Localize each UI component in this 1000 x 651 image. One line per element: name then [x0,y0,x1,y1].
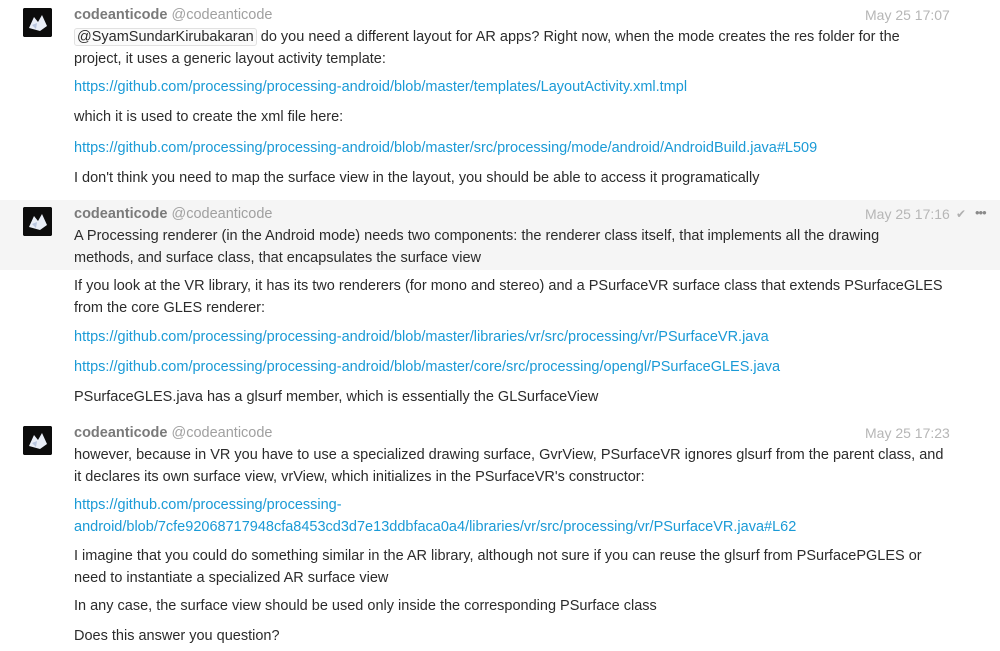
message-link[interactable]: https://github.com/processing/processing… [74,494,989,538]
message-text: A Processing renderer (in the Android mo… [74,225,989,269]
author-handle[interactable]: @codeanticode [172,7,273,23]
user-mention[interactable]: @SyamSundarKirubakaran [74,28,257,46]
author-handle[interactable]: @codeanticode [172,206,273,222]
message-link[interactable]: https://github.com/processing/processing… [74,137,989,159]
message-text-line: however, because in VR you have to use a… [74,447,944,463]
message-header: codeanticode @codeanticode [74,6,272,24]
message-text-line: need to instantiate a specialized AR sur… [74,570,389,586]
message-text: In any case, the surface view should be … [74,598,657,614]
message-text: Does this answer you question? [74,628,280,644]
message-text: however, because in VR you have to use a… [74,444,989,488]
message-text-line: A Processing renderer (in the Android mo… [74,228,880,244]
author-name[interactable]: codeanticode [74,7,167,23]
author-name[interactable]: codeanticode [74,206,167,222]
author-name[interactable]: codeanticode [74,425,167,441]
message-timestamp[interactable]: May 25 17:07 [865,6,950,24]
avatar-icon [23,207,52,236]
avatar[interactable] [23,8,52,37]
message-timestamp[interactable]: May 25 17:23 [865,424,950,442]
message-link[interactable]: https://github.com/processing/processing… [74,76,989,98]
message-link-line[interactable]: https://github.com/processing/processing… [74,497,342,513]
message-text-line: do you need a different layout for AR ap… [256,29,900,45]
message-text-line: project, it uses a generic layout activi… [74,51,386,67]
avatar[interactable] [23,426,52,455]
message-text: PSurfaceGLES.java has a glsurf member, w… [74,389,599,405]
message-header: codeanticode @codeanticode [74,205,272,223]
author-handle[interactable]: @codeanticode [172,425,273,441]
message-header: codeanticode @codeanticode [74,424,272,442]
message-text: I don't think you need to map the surfac… [74,170,760,186]
message-link-line[interactable]: android/blob/7cfe92068717948cfa8453cd3d7… [74,519,796,535]
message-link[interactable]: https://github.com/processing/processing… [74,356,989,378]
message-text-line: If you look at the VR library, it has it… [74,278,943,294]
message-text-line: it declares its own surface view, vrView… [74,469,645,485]
message-text-line: from the core GLES renderer: [74,300,265,316]
message-link[interactable]: https://github.com/processing/processing… [74,326,989,348]
avatar-icon [23,8,52,37]
message-text: If you look at the VR library, it has it… [74,275,989,319]
message-text: @SyamSundarKirubakaran do you need a dif… [74,26,989,70]
avatar-icon [23,426,52,455]
read-check-icon: ✔ [956,207,967,221]
message-text: which it is used to create the xml file … [74,109,344,125]
avatar[interactable] [23,207,52,236]
message-text-line: methods, and surface class, that encapsu… [74,250,482,266]
message-text: I imagine that you could do something si… [74,545,989,589]
more-options-icon[interactable]: ••• [975,204,987,222]
message-text-line: I imagine that you could do something si… [74,548,922,564]
message-timestamp[interactable]: May 25 17:16 [865,205,950,223]
